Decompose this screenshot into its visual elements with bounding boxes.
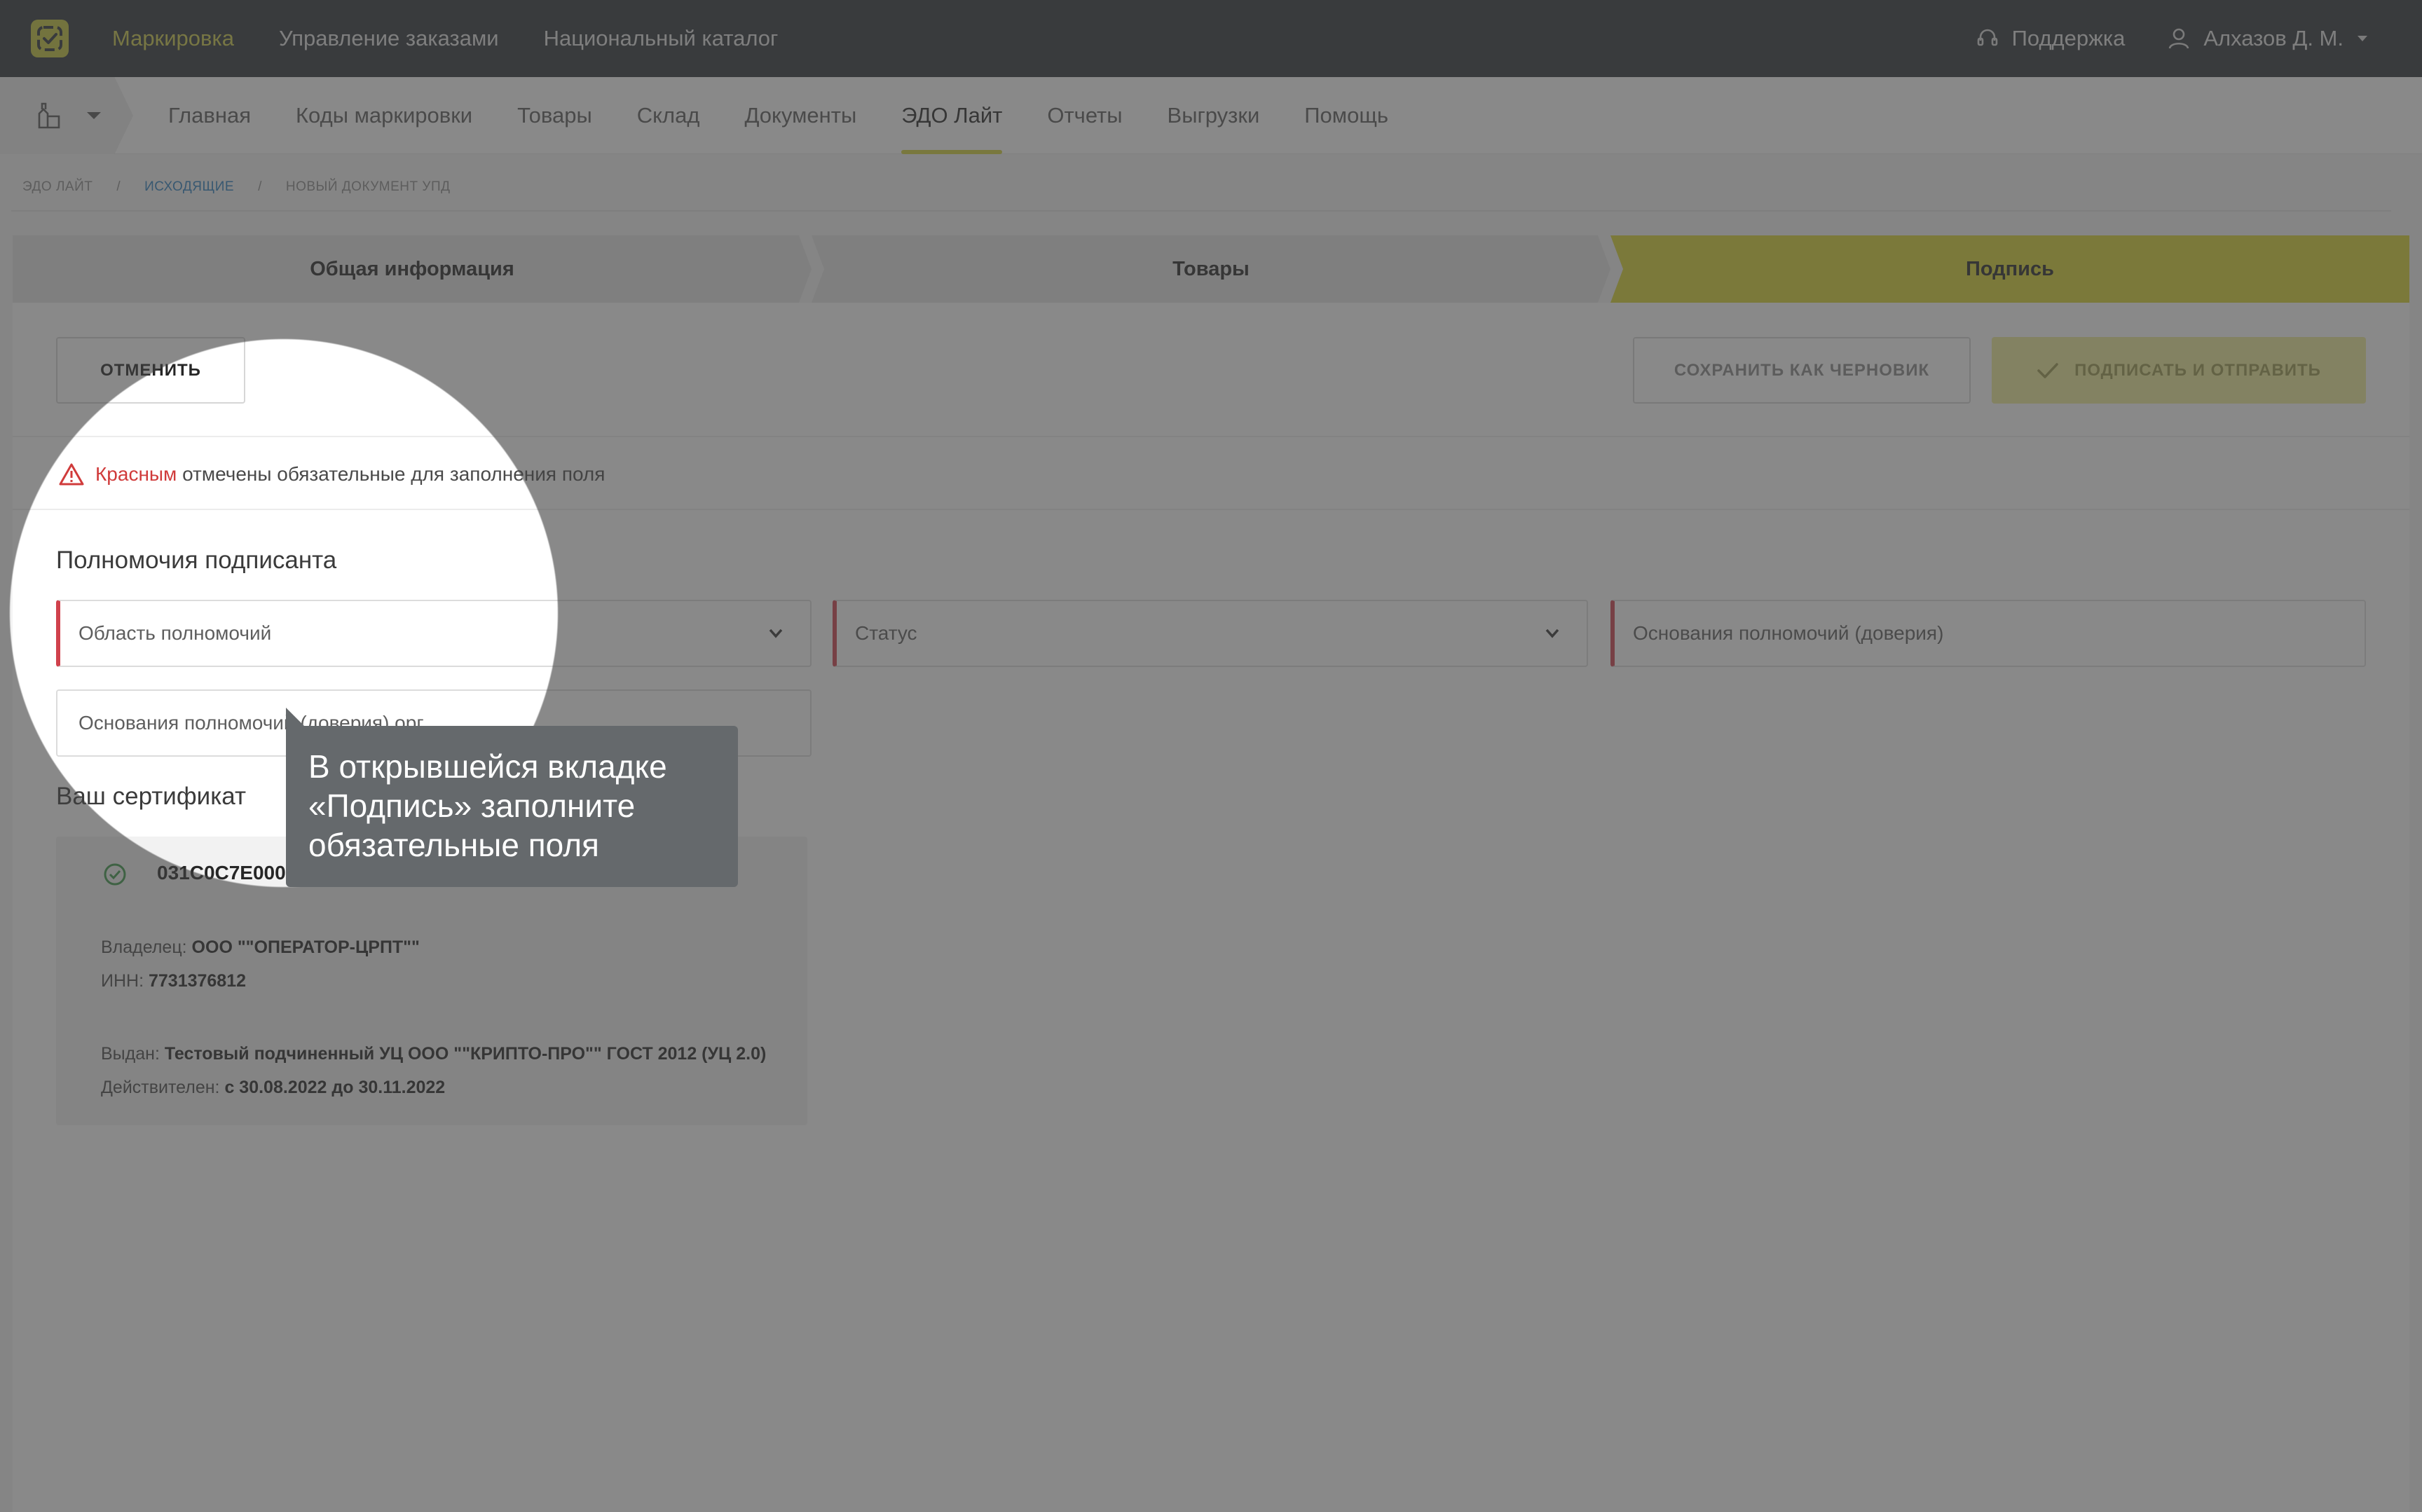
- warning-icon: [59, 463, 84, 486]
- user-icon: [2169, 28, 2189, 49]
- certificate-validity-line: Действителен: с 30.08.2022 до 30.11.2022: [101, 1078, 446, 1097]
- divider: [13, 509, 2409, 510]
- authority-section-title: Полномочия подписанта: [56, 547, 337, 574]
- breadcrumb-outgoing[interactable]: ИСХОДЯЩИЕ: [144, 179, 234, 195]
- breadcrumb: ЭДО ЛАЙТ / ИСХОДЯЩИЕ / НОВЫЙ ДОКУМЕНТ УП…: [22, 177, 451, 198]
- nav-item-warehouse[interactable]: Склад: [637, 77, 700, 154]
- caret-down-icon: [87, 112, 101, 119]
- headset-icon: [1977, 29, 1997, 46]
- check-icon: [2037, 362, 2058, 378]
- notice-text: отмечены обязательные для заполнения пол…: [182, 463, 606, 485]
- save-draft-button[interactable]: СОХРАНИТЬ КАК ЧЕРНОВИК: [1633, 337, 1971, 404]
- product-group-selector[interactable]: [0, 77, 133, 154]
- divider: [13, 436, 2409, 437]
- certificate-owner-line: Владелец: ООО ""ОПЕРАТОР-ЦРПТ"": [101, 937, 420, 957]
- wizard-steps: Общая информация Товары Подпись: [13, 235, 2409, 303]
- tooltip-line: В открывшейся вкладке: [308, 748, 667, 785]
- notice-red-word: Красным: [95, 463, 177, 485]
- user-menu[interactable]: Алхазов Д. М.: [2167, 26, 2369, 51]
- nav-item-home[interactable]: Главная: [168, 77, 251, 154]
- cancel-button[interactable]: ОТМЕНИТЬ: [56, 337, 245, 404]
- user-name: Алхазов Д. М.: [2203, 26, 2344, 50]
- step-general-info[interactable]: Общая информация: [13, 235, 812, 303]
- nav-item-codes[interactable]: Коды маркировки: [296, 77, 472, 154]
- top-nav-item-orders[interactable]: Управление заказами: [279, 26, 499, 51]
- top-right-menu: Поддержка Алхазов Д. М.: [1976, 0, 2369, 77]
- breadcrumb-current: НОВЫЙ ДОКУМЕНТ УПД: [285, 179, 451, 194]
- nav-item-goods[interactable]: Товары: [517, 77, 592, 154]
- app-logo-icon[interactable]: [31, 20, 69, 57]
- check-circle-icon: [104, 863, 126, 886]
- support-link[interactable]: Поддержка: [1976, 26, 2126, 51]
- certificate-issuer-line: Выдан: Тестовый подчиненный УЦ ООО ""КРИ…: [101, 1044, 767, 1064]
- nav-item-reports[interactable]: Отчеты: [1047, 77, 1122, 154]
- step-signature[interactable]: Подпись: [1610, 235, 2409, 303]
- certificate-section-title: Ваш сертификат: [56, 783, 247, 810]
- chevron-down-icon: [769, 628, 783, 638]
- sign-and-send-button[interactable]: ПОДПИСАТЬ И ОТПРАВИТЬ: [1992, 337, 2366, 404]
- nav-item-edo-lite[interactable]: ЭДО Лайт: [901, 77, 1003, 154]
- top-nav-item-marking[interactable]: Маркировка: [112, 26, 234, 51]
- divider: [11, 210, 2391, 212]
- caret-down-icon: [2358, 36, 2367, 41]
- authority-scope-placeholder: Область полномочий: [78, 622, 272, 644]
- chevron-down-icon: [1545, 628, 1559, 638]
- status-select[interactable]: Статус: [833, 600, 1588, 667]
- breadcrumb-edo-lite[interactable]: ЭДО ЛАЙТ: [22, 179, 93, 195]
- top-nav: Маркировка Управление заказами Националь…: [112, 0, 778, 77]
- top-bar: Маркировка Управление заказами Националь…: [0, 0, 2422, 77]
- sign-and-send-label: ПОДПИСАТЬ И ОТПРАВИТЬ: [2074, 360, 2321, 380]
- breadcrumb-separator: /: [258, 179, 262, 194]
- authority-scope-select[interactable]: Область полномочий: [56, 600, 812, 667]
- tutorial-tooltip: В открывшейся вкладке «Подпись» заполнит…: [286, 726, 738, 887]
- product-group-icon: [38, 102, 60, 129]
- status-placeholder: Статус: [855, 622, 917, 644]
- required-fields-notice: Красным отмечены обязательные для заполн…: [59, 457, 605, 492]
- tooltip-line: обязательные поля: [308, 827, 599, 863]
- section-nav-bar: Главная Коды маркировки Товары Склад Док…: [0, 77, 2422, 154]
- tooltip-line: «Подпись» заполните: [308, 788, 636, 824]
- nav-item-exports[interactable]: Выгрузки: [1168, 77, 1260, 154]
- section-nav: Главная Коды маркировки Товары Склад Док…: [168, 77, 1388, 154]
- authority-basis-placeholder: Основания полномочий (доверия): [1633, 622, 1944, 644]
- nav-item-help[interactable]: Помощь: [1304, 77, 1388, 154]
- certificate-inn-line: ИНН: 7731376812: [101, 971, 247, 991]
- step-goods[interactable]: Товары: [812, 235, 1610, 303]
- authority-basis-input[interactable]: Основания полномочий (доверия): [1610, 600, 2366, 667]
- nav-item-documents[interactable]: Документы: [744, 77, 856, 154]
- top-nav-item-catalog[interactable]: Национальный каталог: [544, 26, 779, 51]
- tooltip-pointer: [286, 708, 306, 727]
- certificate-serial: 031C0C7E000: [157, 862, 286, 884]
- support-label: Поддержка: [2011, 26, 2126, 50]
- breadcrumb-separator: /: [116, 179, 121, 194]
